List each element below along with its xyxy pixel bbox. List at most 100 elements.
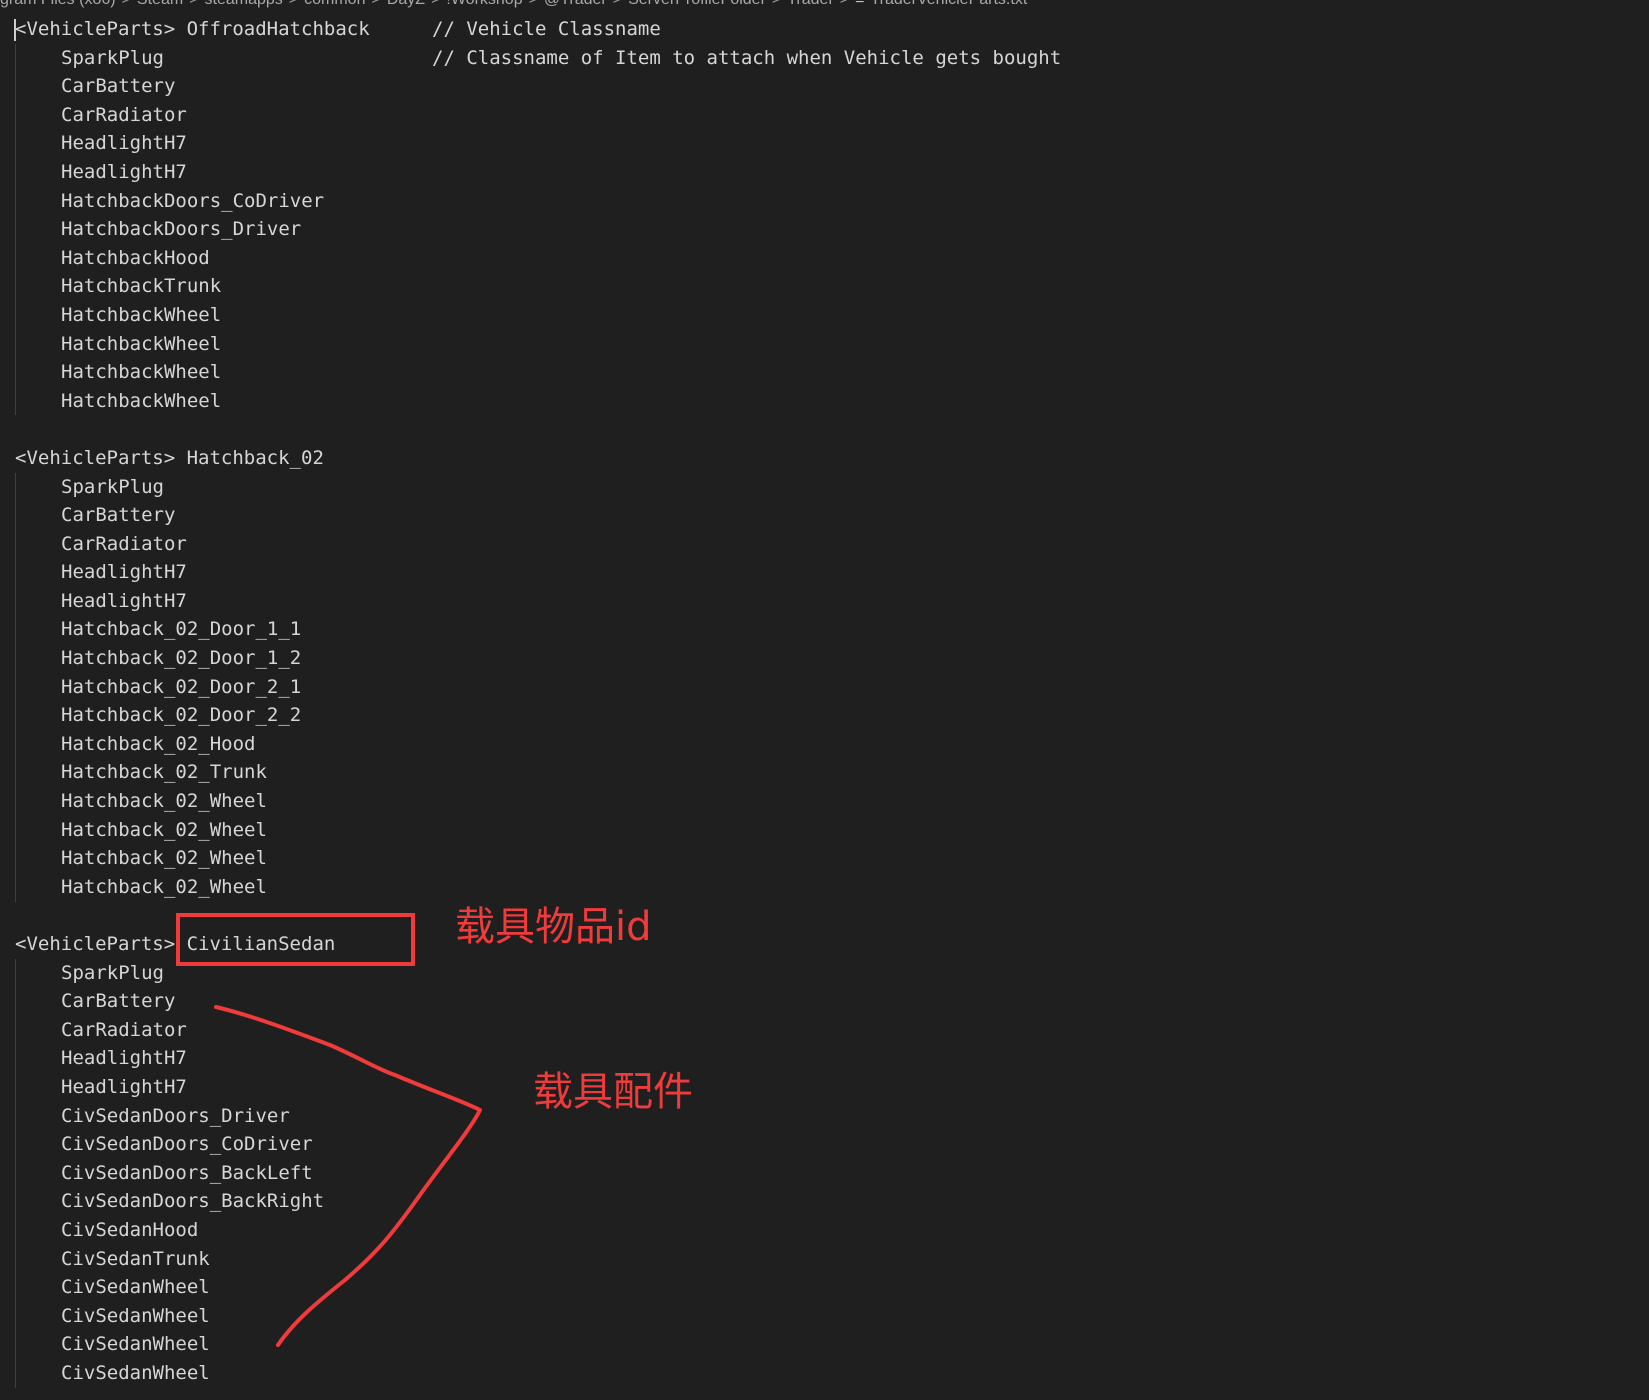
code-line: Hatchback_02_Door_1_1 (0, 615, 1649, 644)
code-line: CivSedanTrunk (0, 1245, 1649, 1274)
code-line: HeadlightH7 (0, 158, 1649, 187)
block-header: <VehicleParts> OffroadHatchback (15, 15, 370, 44)
vehicle-id-annotation: 载具物品id (455, 904, 652, 950)
vehicle-part-item: HeadlightH7 (61, 561, 187, 584)
vehicle-part-item: Hatchback_02_Wheel (61, 875, 267, 898)
code-line: HatchbackWheel (0, 301, 1649, 330)
breadcrumb-separator: > (772, 0, 781, 8)
vehicle-part-item: Hatchback_02_Wheel (61, 818, 267, 841)
code-line: Hatchback_02_Door_2_1 (0, 673, 1649, 702)
breadcrumb-item[interactable]: gram Files (x86) (0, 0, 116, 8)
vehicle-part-item: SparkPlug (61, 475, 164, 498)
vehicle-parts-annotation: 载具配件 (533, 1069, 693, 1115)
code-line: Hatchback_02_Wheel (0, 873, 1649, 902)
vehicle-part-item: HeadlightH7 (61, 589, 187, 612)
code-line: CivSedanHood (0, 1216, 1649, 1245)
breadcrumb-separator: > (371, 0, 380, 8)
vehicle-part-item: HatchbackHood (61, 246, 210, 269)
item-comment: // Classname of Item to attach when Vehi… (432, 46, 1062, 69)
breadcrumb-item[interactable]: Steam (137, 0, 183, 8)
code-line: HatchbackHood (0, 244, 1649, 273)
editor-screen: gram Files (x86) > Steam > steamapps > common >… (0, 0, 1649, 1400)
classname-comment: // Vehicle Classname (432, 18, 661, 40)
breadcrumb-item[interactable]: common (304, 0, 365, 8)
vehicle-part-item: Hatchback_02_Trunk (61, 761, 267, 784)
code-line: CivSedanWheel (0, 1273, 1649, 1302)
vehicle-part-item: CarRadiator (61, 103, 187, 126)
vehicle-part-item: CivSedanWheel (61, 1361, 210, 1384)
breadcrumb-item[interactable]: Trader (787, 0, 834, 8)
indent-guide (15, 43, 16, 416)
vehicle-part-item: CivSedanHood (61, 1218, 199, 1241)
vehicle-part-item: CarBattery (61, 75, 176, 98)
breadcrumb-item[interactable]: DayZ (387, 0, 425, 8)
vehicle-part-item: HeadlightH7 (61, 1047, 187, 1070)
indent-guide (15, 958, 16, 1388)
breadcrumb-separator: > (529, 0, 538, 8)
vehicle-part-item: CivSedanWheel (61, 1333, 210, 1356)
code-line: Hatchback_02_Trunk (0, 758, 1649, 787)
code-line: HatchbackDoors_CoDriver (0, 187, 1649, 216)
code-line: SparkPlug // Classname of Item to attach … (0, 44, 1649, 73)
code-line-block-header: <VehicleParts> Hatchback_02 (0, 444, 1649, 473)
code-line: Hatchback_02_Hood (0, 730, 1649, 759)
breadcrumb-separator: > (122, 0, 131, 8)
vehicle-part-item: HatchbackWheel (61, 361, 222, 384)
text-file-icon: ≡ (855, 0, 864, 8)
vehicle-parts-tag: <VehicleParts> (15, 446, 176, 469)
vehicle-parts-tag: <VehicleParts> (15, 18, 176, 40)
vehicle-part-item: CivSedanWheel (61, 1276, 210, 1299)
breadcrumb-item[interactable]: ServerProfileFolder (628, 0, 766, 8)
vehicle-part-item: Hatchback_02_Door_2_1 (61, 675, 302, 698)
code-line: HeadlightH7 (0, 1044, 1649, 1073)
vehicle-part-item: SparkPlug (61, 961, 164, 984)
code-line: CarRadiator (0, 101, 1649, 130)
code-line: CivSedanWheel (0, 1359, 1649, 1388)
breadcrumb: gram Files (x86) > Steam > steamapps > common >… (0, 0, 1027, 11)
vehicle-part-item: CivSedanDoors_Driver (61, 1104, 290, 1127)
breadcrumb-item[interactable]: steamapps (205, 0, 283, 8)
code-line: HeadlightH7 (0, 129, 1649, 158)
vehicle-part-item: HatchbackTrunk (61, 275, 222, 298)
vehicle-part-item: Hatchback_02_Door_2_2 (61, 704, 302, 727)
vehicle-part-item: HatchbackWheel (61, 389, 222, 412)
vehicle-part-item: HatchbackWheel (61, 332, 222, 355)
code-line: SparkPlug (0, 473, 1649, 502)
vehicle-part-item: HeadlightH7 (61, 132, 187, 155)
vehicle-part-item: Hatchback_02_Wheel (61, 847, 267, 870)
code-line: CarBattery (0, 72, 1649, 101)
breadcrumb-file-name[interactable]: TraderVehicleParts.txt (870, 0, 1027, 8)
vehicle-part-item: HeadlightH7 (61, 1075, 187, 1098)
code-line: CivSedanDoors_BackLeft (0, 1159, 1649, 1188)
vehicle-part-item: HeadlightH7 (61, 160, 187, 183)
code-line: HatchbackTrunk (0, 272, 1649, 301)
code-line: HatchbackDoors_Driver (0, 215, 1649, 244)
breadcrumb-separator: > (189, 0, 198, 8)
code-line: HeadlightH7 (0, 587, 1649, 616)
code-line: Hatchback_02_Door_2_2 (0, 701, 1649, 730)
code-line: HatchbackWheel (0, 358, 1649, 387)
vehicle-parts-tag: <VehicleParts> (15, 933, 176, 955)
code-line: CarRadiator (0, 530, 1649, 559)
breadcrumb-separator: > (431, 0, 440, 8)
code-line: CarRadiator (0, 1016, 1649, 1045)
breadcrumb-separator: > (613, 0, 622, 8)
vehicle-part-item: Hatchback_02_Hood (61, 732, 256, 755)
vehicle-part-item: CivSedanDoors_CoDriver (61, 1133, 313, 1156)
code-line: CivSedanDoors_Driver (0, 1102, 1649, 1131)
breadcrumb-item[interactable]: @Trader (544, 0, 607, 8)
code-line: CarBattery (0, 987, 1649, 1016)
vehicle-part-item: Hatchback_02_Door_1_2 (61, 647, 302, 670)
vehicle-part-item: Hatchback_02_Door_1_1 (61, 618, 302, 641)
block-header: <VehicleParts> Hatchback_02 (15, 444, 324, 473)
vehicle-part-item: HatchbackDoors_Driver (61, 218, 302, 241)
breadcrumb-separator: > (840, 0, 849, 8)
code-line: HeadlightH7 (0, 1073, 1649, 1102)
breadcrumb-item[interactable]: !Workshop (446, 0, 522, 8)
code-line: CarBattery (0, 501, 1649, 530)
code-editor[interactable]: <VehicleParts> OffroadHatchback // Vehicl… (0, 15, 1649, 1388)
code-line: CivSedanDoors_BackRight (0, 1187, 1649, 1216)
vehicle-classname: Hatchback_02 (186, 446, 324, 469)
